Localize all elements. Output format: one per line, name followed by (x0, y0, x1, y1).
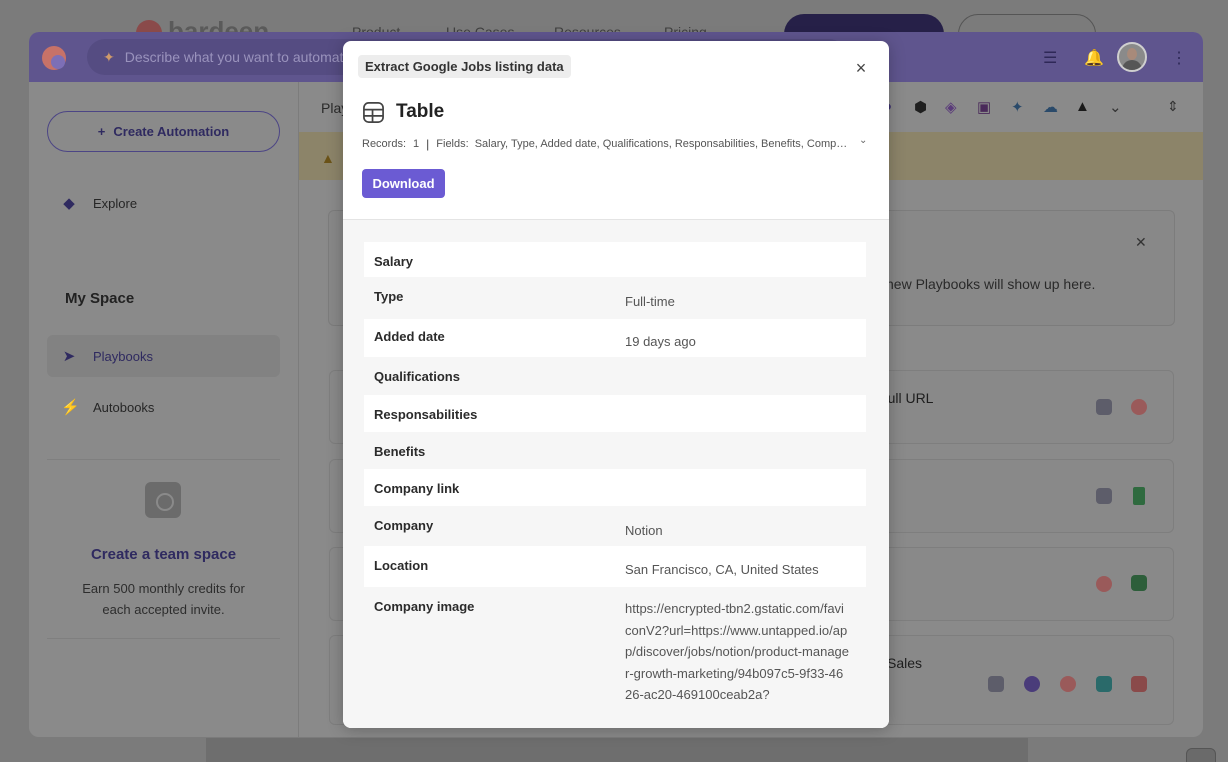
sidebar: + Create Automation ◆ Explore My Space ➤… (29, 82, 299, 737)
table-icon (363, 102, 384, 123)
app-icon (1096, 676, 1112, 692)
explore-icon: ◆ (63, 195, 75, 212)
table-modal: Extract Google Jobs listing data × Table… (343, 41, 889, 728)
table-meta: Records: 1 | Fields: Salary, Type, Added… (362, 135, 870, 151)
stack-icon[interactable]: ☰ (1043, 48, 1057, 68)
bardeen-icon (1096, 576, 1112, 592)
field-name: Type (374, 289, 404, 304)
list-item-title: Sales (887, 655, 923, 671)
field-name: Company link (374, 481, 460, 496)
bardeen-icon (1131, 399, 1147, 415)
site-footer-strip (206, 738, 1028, 762)
bell-icon[interactable]: 🔔 (1084, 48, 1104, 68)
info-panel-text: new Playbooks will show up here. (886, 276, 1096, 292)
field-value: 19 days ago (625, 334, 696, 349)
field-name: Benefits (374, 444, 426, 459)
send-icon: ➤ (62, 348, 76, 365)
site-corner-button (1186, 748, 1216, 762)
salesforce-icon[interactable]: ☁ (1043, 98, 1058, 116)
chevron-down-icon[interactable]: ⌄ (859, 135, 867, 146)
table-row: Location San Francisco, CA, United State… (364, 546, 866, 587)
records-value: 1 (413, 138, 420, 150)
bardeen-icon (1060, 676, 1076, 692)
app-a-icon[interactable]: ▲ (1075, 98, 1090, 115)
more-vertical-icon[interactable]: ⋮ (1171, 48, 1187, 68)
app-icon (1096, 399, 1112, 415)
sidebar-item-playbooks[interactable]: ➤ Playbooks (47, 335, 280, 377)
team-space-title[interactable]: Create a team space (47, 546, 280, 563)
table-row: Company link (364, 469, 866, 506)
app-icon-2[interactable]: ⬢ (914, 98, 927, 116)
table-row: Responsabilities (364, 395, 866, 432)
sparkle-icon: ✦ (103, 48, 115, 65)
field-name: Company (374, 518, 434, 533)
table-row: Qualifications (364, 357, 866, 395)
field-name: Company image (374, 599, 475, 614)
clickup-icon[interactable]: ◈ (945, 98, 957, 116)
table-row: Added date 19 days ago (364, 319, 866, 357)
field-name: Responsabilities (374, 407, 478, 422)
my-space-heading: My Space (65, 290, 135, 307)
field-value[interactable]: https://encrypted-tbn2.gstatic.com/favic… (625, 598, 850, 706)
gmail-icon (1131, 676, 1147, 692)
field-name: Added date (374, 329, 445, 344)
twitter-icon[interactable]: ✦ (1011, 98, 1024, 116)
table-row: Benefits (364, 432, 866, 469)
record-table: Salary Type Full-time Added date 19 days… (343, 220, 889, 728)
records-label: Records: (362, 138, 407, 150)
sidebar-item-explore[interactable]: ◆ Explore (47, 182, 280, 224)
sort-icon[interactable]: ⇕ (1167, 98, 1179, 115)
prompt-placeholder: Describe what you want to automate (124, 49, 352, 65)
app-icon (1096, 488, 1112, 504)
meta-separator: | (426, 137, 430, 151)
warning-icon: ▲ (321, 150, 335, 166)
field-value: Notion (625, 523, 663, 538)
field-name: Qualifications (374, 369, 460, 384)
avatar[interactable] (1117, 42, 1147, 72)
create-automation-label: Create Automation (113, 124, 230, 139)
sidebar-item-label: Explore (93, 195, 138, 211)
team-space-card: Create a team space Earn 500 monthly cre… (47, 459, 280, 639)
google-sheets-icon (1133, 487, 1145, 505)
table-row: Type Full-time (364, 277, 866, 319)
download-button[interactable]: Download (362, 169, 445, 198)
sidebar-item-label: Playbooks (93, 348, 153, 364)
sidebar-item-label: Autobooks (93, 399, 155, 415)
close-icon[interactable]: ✕ (1135, 234, 1147, 251)
close-icon[interactable]: × (853, 59, 869, 77)
create-automation-button[interactable]: + Create Automation (47, 111, 280, 152)
field-value: Full-time (625, 294, 675, 309)
team-space-text: Earn 500 monthly credits for each accept… (82, 581, 245, 617)
excel-icon (1131, 575, 1147, 591)
field-value: San Francisco, CA, United States (625, 562, 819, 577)
table-row: Company Notion (364, 506, 866, 546)
chevron-down-icon[interactable]: ⌄ (1109, 98, 1122, 116)
app-icon (1024, 676, 1040, 692)
playbook-tag: Extract Google Jobs listing data (358, 55, 571, 78)
fields-label: Fields: (436, 138, 469, 150)
table-row: Company image https://encrypted-tbn2.gst… (364, 587, 866, 728)
sidebar-item-autobooks[interactable]: ⚡ Autobooks (47, 386, 280, 428)
bardeen-logo-icon (42, 46, 66, 70)
modal-title: Table (396, 101, 445, 122)
fields-value: Salary, Type, Added date, Qualifications… (474, 138, 851, 150)
plus-icon: + (97, 124, 106, 139)
table-row: Salary (364, 242, 866, 277)
app-s-icon[interactable]: ▣ (977, 98, 991, 116)
team-space-icon (145, 482, 181, 518)
lightning-icon: ⚡ (61, 399, 80, 416)
field-name: Salary (374, 254, 414, 269)
field-name: Location (374, 558, 429, 573)
app-icon (988, 676, 1004, 692)
